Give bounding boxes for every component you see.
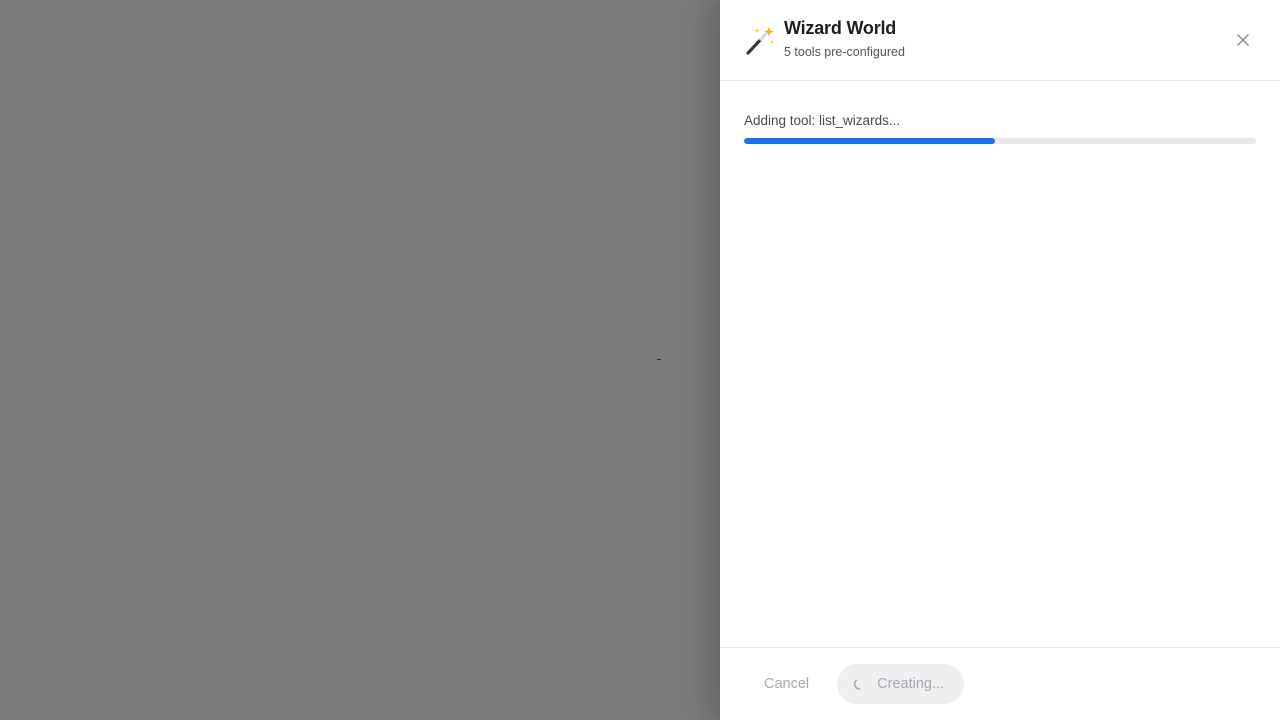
spinner-icon xyxy=(854,679,861,690)
drawer-header-text: Wizard World 5 tools pre-configured xyxy=(784,16,905,60)
close-button[interactable] xyxy=(1234,31,1252,49)
progress-bar-fill xyxy=(744,138,995,144)
magic-wand-icon xyxy=(744,24,776,56)
close-icon xyxy=(1237,34,1249,46)
drawer-footer: Cancel Creating... xyxy=(720,647,1280,720)
creating-button[interactable]: Creating... xyxy=(837,664,965,704)
progress-status-text: Adding tool: list_wizards... xyxy=(744,113,901,128)
drawer-header: Wizard World 5 tools pre-configured xyxy=(720,0,1280,81)
overlay-mark xyxy=(657,359,661,360)
backdrop-overlay[interactable] xyxy=(0,0,720,720)
progress-bar xyxy=(744,138,1256,144)
creating-button-label: Creating... xyxy=(877,676,945,692)
create-drawer: Wizard World 5 tools pre-configured Addi… xyxy=(720,0,1280,720)
drawer-subtitle: 5 tools pre-configured xyxy=(784,45,905,59)
drawer-body: Adding tool: list_wizards... xyxy=(720,81,1280,647)
cancel-button[interactable]: Cancel xyxy=(744,664,829,704)
drawer-title: Wizard World xyxy=(784,18,897,38)
